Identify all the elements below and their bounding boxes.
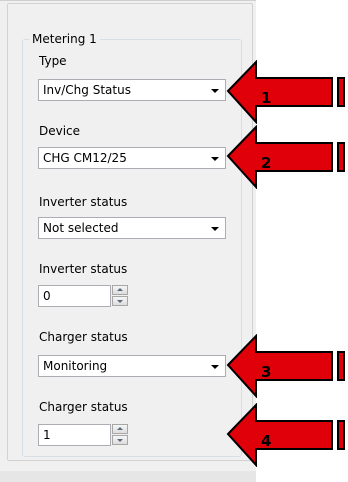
device-label: Device (39, 124, 81, 138)
device-dropdown-value: CHG CM12/25 (43, 151, 127, 165)
charger-status-input[interactable]: 1 (38, 424, 111, 446)
charger-status-number-label: Charger status (39, 400, 128, 414)
inverter-status-input[interactable]: 0 (38, 285, 111, 307)
device-dropdown[interactable]: CHG CM12/25 (38, 147, 226, 169)
inverter-status-input-value: 0 (43, 289, 51, 303)
callout-number: 1 (261, 89, 272, 107)
type-dropdown-value: Inv/Chg Status (43, 83, 131, 97)
inverter-status-stepper: 0 (38, 285, 134, 307)
inverter-status-dropdown-value: Not selected (43, 221, 119, 235)
chevron-down-icon[interactable] (211, 89, 219, 93)
chevron-down-icon[interactable] (211, 157, 219, 161)
arrow-left-icon (226, 60, 345, 124)
chevron-down-icon[interactable] (211, 227, 219, 231)
type-dropdown[interactable]: Inv/Chg Status (38, 79, 226, 101)
chevron-down-icon[interactable] (211, 365, 219, 369)
panel-footer-strip (0, 471, 256, 482)
callout-2: 2 (226, 125, 348, 189)
callout-number: 4 (261, 432, 272, 450)
arrow-left-icon (226, 334, 345, 398)
spin-up-icon[interactable] (112, 285, 128, 295)
type-label: Type (39, 54, 67, 68)
spin-down-icon[interactable] (112, 435, 128, 445)
callout-number: 3 (261, 363, 272, 381)
group-title: Metering 1 (29, 32, 100, 46)
charger-status-dropdown-value: Monitoring (43, 359, 108, 373)
arrow-left-icon (226, 403, 345, 467)
callout-4: 4 (226, 403, 348, 467)
arrow-left-icon (226, 125, 345, 189)
metering-group-box (22, 39, 242, 457)
charger-status-select-label: Charger status (39, 330, 128, 344)
inverter-status-select-label: Inverter status (39, 195, 128, 209)
charger-status-stepper: 1 (38, 424, 134, 446)
callout-number: 2 (261, 154, 272, 172)
inverter-status-dropdown[interactable]: Not selected (38, 217, 226, 239)
spin-up-icon[interactable] (112, 424, 128, 434)
inverter-status-number-label: Inverter status (39, 262, 128, 276)
callout-1: 1 (226, 60, 348, 124)
charger-status-dropdown[interactable]: Monitoring (38, 355, 226, 377)
spin-down-icon[interactable] (112, 296, 128, 306)
callout-3: 3 (226, 334, 348, 398)
charger-status-input-value: 1 (43, 428, 51, 442)
